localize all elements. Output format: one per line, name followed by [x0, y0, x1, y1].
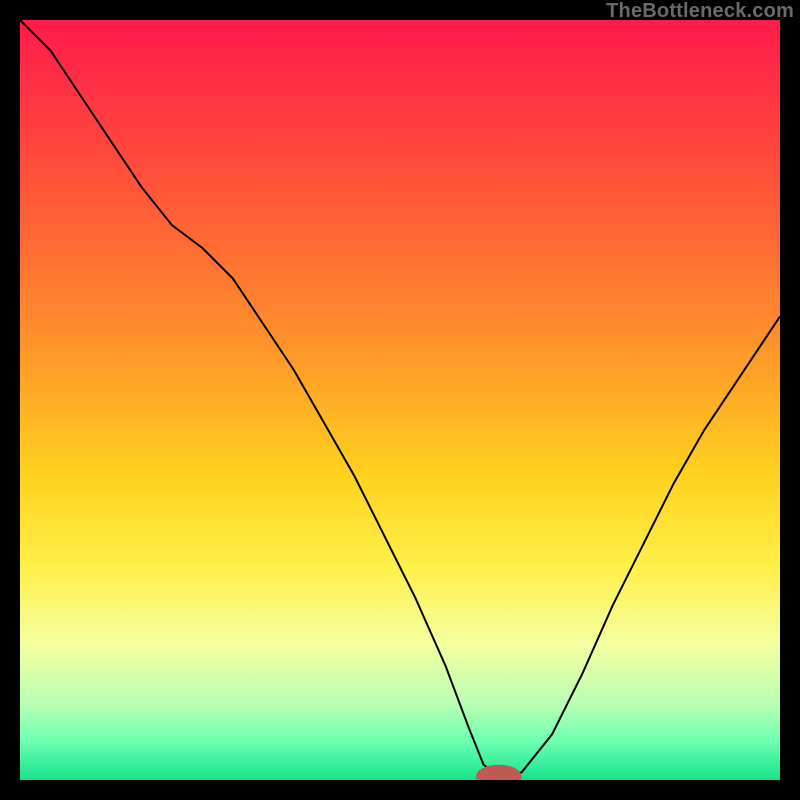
chart-background: [20, 20, 780, 780]
watermark-text: TheBottleneck.com: [606, 0, 794, 23]
chart-frame: TheBottleneck.com: [0, 0, 800, 800]
bottleneck-chart: [20, 20, 780, 780]
